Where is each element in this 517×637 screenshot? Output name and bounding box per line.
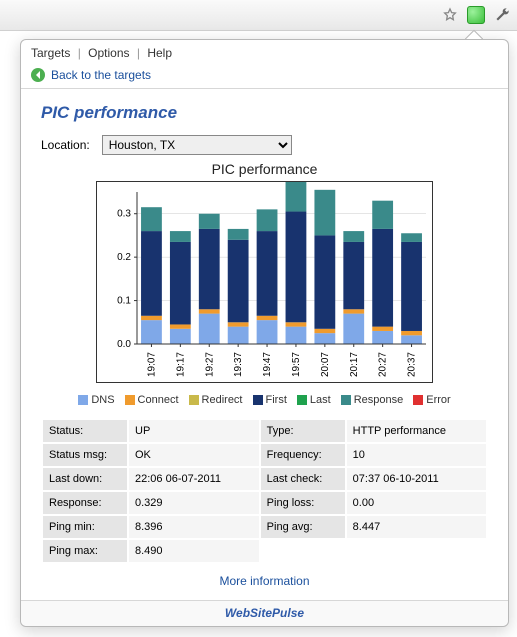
chart-title: PIC performance <box>41 161 488 177</box>
legend-label: Last <box>310 394 331 406</box>
legend-item: Error <box>413 394 450 406</box>
detail-value: 0.329 <box>129 492 259 514</box>
legend-item: Last <box>297 394 331 406</box>
location-select[interactable]: Houston, TX <box>102 135 292 155</box>
legend-swatch <box>78 395 88 405</box>
detail-value: 0.00 <box>347 492 486 514</box>
svg-text:19:07: 19:07 <box>146 352 157 377</box>
legend-item: Redirect <box>189 394 243 406</box>
detail-value: OK <box>129 444 259 466</box>
detail-value: 8.396 <box>129 516 259 538</box>
popup-arrow <box>465 29 483 39</box>
legend-label: Response <box>354 394 404 406</box>
svg-text:0.3: 0.3 <box>117 209 131 220</box>
chart: 0.0 0.1 0.2 0.3 19:07 19:17 19:27 19:37 19:47 19:… <box>96 181 433 383</box>
legend-swatch <box>189 395 199 405</box>
detail-label: Last check: <box>261 468 345 490</box>
svg-text:19:27: 19:27 <box>204 352 215 377</box>
svg-text:20:17: 20:17 <box>349 352 360 377</box>
footer-brand: WebSitePulse <box>21 600 508 626</box>
menu-targets[interactable]: Targets <box>31 46 70 60</box>
legend-label: Redirect <box>202 394 243 406</box>
table-row: Response:0.329Ping loss:0.00 <box>43 492 486 514</box>
more-info-link[interactable]: More information <box>219 574 309 588</box>
legend-swatch <box>413 395 423 405</box>
svg-text:0.0: 0.0 <box>117 339 131 350</box>
legend-swatch <box>297 395 307 405</box>
menu-options[interactable]: Options <box>88 46 129 60</box>
svg-text:20:07: 20:07 <box>320 352 331 377</box>
svg-text:19:37: 19:37 <box>233 352 244 377</box>
location-label: Location: <box>41 138 90 152</box>
legend-label: Error <box>426 394 450 406</box>
legend-swatch <box>341 395 351 405</box>
popup-panel: Targets | Options | Help Back to the tar… <box>20 39 509 627</box>
svg-text:0.2: 0.2 <box>117 252 131 263</box>
legend-item: Response <box>341 394 404 406</box>
detail-label: Ping avg: <box>261 516 345 538</box>
svg-text:19:17: 19:17 <box>175 352 186 377</box>
back-link[interactable]: Back to the targets <box>21 64 508 89</box>
detail-label: Status msg: <box>43 444 127 466</box>
details-table: Status:UPType:HTTP performanceStatus msg… <box>41 418 488 564</box>
page-title: PIC performance <box>41 103 488 123</box>
detail-label: Ping loss: <box>261 492 345 514</box>
legend-item: DNS <box>78 394 114 406</box>
extension-icon[interactable] <box>467 6 485 24</box>
detail-value: 22:06 06-07-2011 <box>129 468 259 490</box>
detail-value: HTTP performance <box>347 420 486 442</box>
svg-text:19:47: 19:47 <box>262 352 273 377</box>
detail-label: Last down: <box>43 468 127 490</box>
table-row: Status msg:OKFrequency:10 <box>43 444 486 466</box>
legend-item: Connect <box>125 394 179 406</box>
chart-legend: DNS Connect Redirect First Last Response Error <box>41 394 488 408</box>
svg-text:20:37: 20:37 <box>407 352 418 377</box>
table-row: Ping max:8.490 <box>43 540 486 562</box>
menu-help[interactable]: Help <box>147 46 172 60</box>
detail-value: 07:37 06-10-2011 <box>347 468 486 490</box>
svg-text:20:27: 20:27 <box>378 352 389 377</box>
svg-text:0.1: 0.1 <box>117 296 131 307</box>
detail-label: Type: <box>261 420 345 442</box>
svg-text:19:57: 19:57 <box>291 352 302 377</box>
back-arrow-icon <box>31 68 45 82</box>
legend-label: Connect <box>138 394 179 406</box>
detail-label: Status: <box>43 420 127 442</box>
menu-bar: Targets | Options | Help <box>21 40 508 64</box>
detail-value: UP <box>129 420 259 442</box>
detail-value: 8.447 <box>347 516 486 538</box>
detail-value: 8.490 <box>129 540 259 562</box>
back-label: Back to the targets <box>51 68 151 82</box>
legend-label: DNS <box>91 394 114 406</box>
detail-label: Response: <box>43 492 127 514</box>
legend-item: First <box>253 394 287 406</box>
detail-label: Frequency: <box>261 444 345 466</box>
table-row: Status:UPType:HTTP performance <box>43 420 486 442</box>
detail-label: Ping max: <box>43 540 127 562</box>
wrench-icon[interactable] <box>493 6 511 24</box>
table-row: Ping min:8.396Ping avg:8.447 <box>43 516 486 538</box>
table-row: Last down:22:06 06-07-2011Last check:07:… <box>43 468 486 490</box>
star-icon[interactable] <box>441 6 459 24</box>
legend-label: First <box>266 394 287 406</box>
browser-toolbar <box>0 0 517 31</box>
detail-value: 10 <box>347 444 486 466</box>
legend-swatch <box>125 395 135 405</box>
legend-swatch <box>253 395 263 405</box>
detail-label: Ping min: <box>43 516 127 538</box>
